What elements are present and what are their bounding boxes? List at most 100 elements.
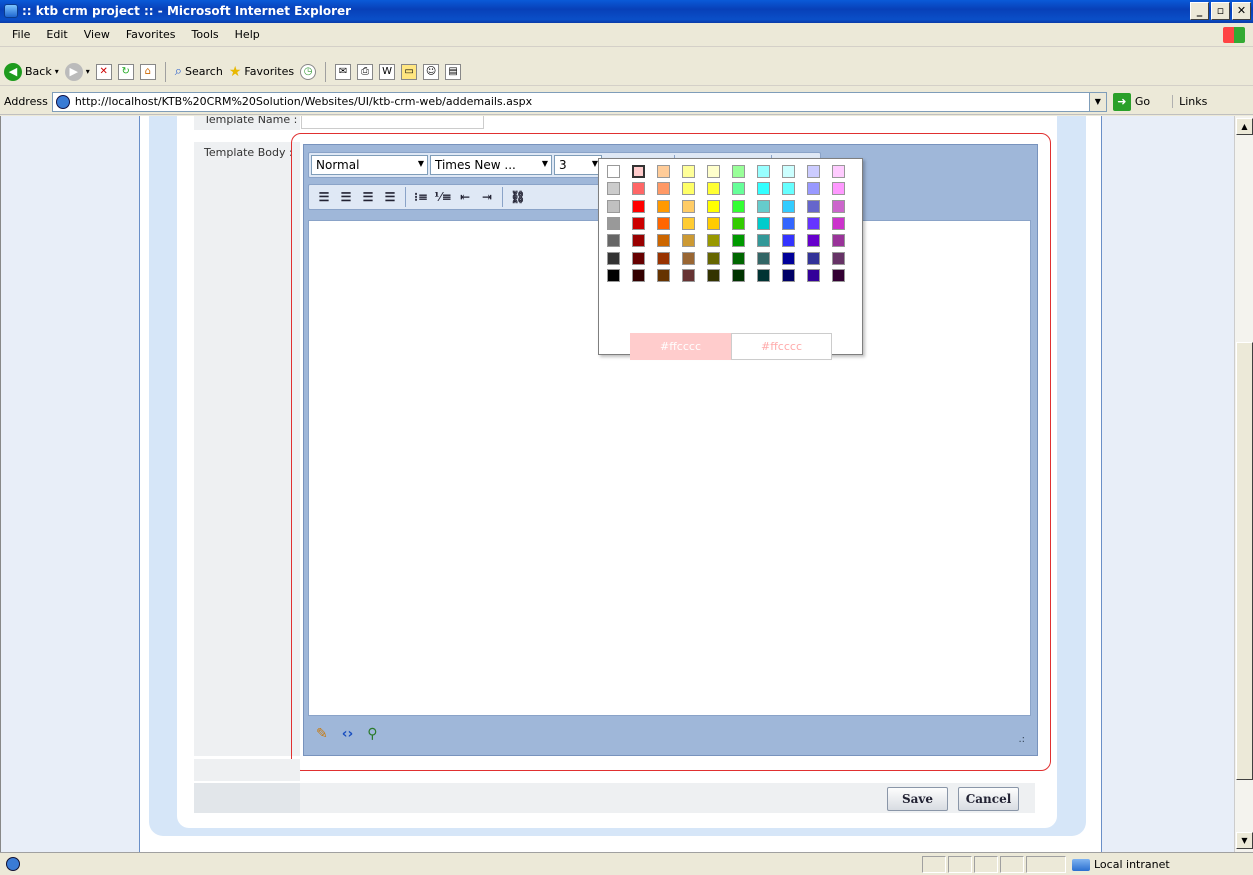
color-swatch[interactable] — [682, 199, 695, 213]
color-swatch[interactable] — [707, 251, 720, 265]
bullet-list-icon[interactable]: ⁝≡ — [410, 187, 432, 207]
color-swatch[interactable] — [807, 165, 820, 178]
menu-help[interactable]: Help — [227, 28, 268, 41]
color-swatch[interactable] — [657, 199, 670, 213]
color-swatch[interactable] — [732, 268, 745, 282]
color-swatch[interactable] — [757, 182, 770, 196]
menu-view[interactable]: View — [76, 28, 118, 41]
color-swatch[interactable] — [682, 251, 695, 265]
color-swatch[interactable] — [782, 199, 795, 213]
menu-file[interactable]: File — [4, 28, 38, 41]
color-swatch[interactable] — [682, 234, 695, 248]
home-icon[interactable]: ⌂ — [139, 63, 156, 80]
maximize-button[interactable]: ▫ — [1211, 2, 1230, 20]
color-swatch[interactable] — [707, 216, 720, 230]
color-swatch[interactable] — [632, 199, 645, 213]
align-center-icon[interactable]: ☰ — [335, 187, 357, 207]
links-button[interactable]: Links — [1172, 95, 1207, 108]
color-swatch[interactable] — [732, 199, 745, 213]
color-swatch[interactable] — [607, 251, 620, 265]
research-icon[interactable]: ▤ — [445, 63, 462, 80]
color-swatch[interactable] — [832, 268, 845, 282]
color-swatch[interactable] — [657, 268, 670, 282]
color-swatch[interactable] — [807, 268, 820, 282]
menu-edit[interactable]: Edit — [38, 28, 75, 41]
indent-icon[interactable]: ⇥ — [476, 187, 498, 207]
scrollbar-thumb[interactable] — [1236, 342, 1253, 780]
color-swatch[interactable] — [632, 165, 645, 178]
color-swatch[interactable] — [657, 165, 670, 178]
color-swatch[interactable] — [757, 268, 770, 282]
color-swatch[interactable] — [707, 268, 720, 282]
font-select[interactable]: Times New ... ▼ — [430, 155, 552, 175]
color-swatch[interactable] — [732, 165, 745, 178]
forward-button[interactable]: ▶ ▾ — [64, 62, 90, 81]
color-swatch[interactable] — [632, 216, 645, 230]
minimize-button[interactable]: _ — [1190, 2, 1209, 20]
color-swatch[interactable] — [632, 234, 645, 248]
vertical-scrollbar[interactable]: ▲ ▼ — [1234, 116, 1253, 852]
numbered-list-icon[interactable]: ⅟≡ — [432, 187, 454, 207]
color-swatch[interactable] — [707, 234, 720, 248]
color-swatch[interactable] — [732, 234, 745, 248]
go-button[interactable]: ➜ Go — [1112, 92, 1150, 111]
color-swatch[interactable] — [782, 165, 795, 178]
preview-magnifier-icon[interactable]: ⚲ — [367, 726, 377, 742]
color-swatch[interactable] — [832, 165, 845, 178]
color-swatch[interactable] — [657, 234, 670, 248]
favorites-button[interactable]: ★ Favorites — [229, 64, 294, 80]
color-swatch[interactable] — [782, 182, 795, 196]
scroll-up-icon[interactable]: ▲ — [1236, 118, 1253, 135]
color-swatch[interactable] — [682, 165, 695, 178]
align-right-icon[interactable]: ☰ — [357, 187, 379, 207]
color-swatch[interactable] — [832, 251, 845, 265]
discuss-icon[interactable]: ▭ — [401, 63, 418, 80]
color-swatch[interactable] — [732, 251, 745, 265]
search-button[interactable]: ⌕ Search — [175, 64, 223, 79]
align-left-icon[interactable]: ☰ — [313, 187, 335, 207]
color-swatch[interactable] — [807, 234, 820, 248]
color-swatch[interactable] — [682, 182, 695, 196]
color-swatch[interactable] — [757, 165, 770, 178]
color-swatch[interactable] — [832, 216, 845, 230]
color-swatch[interactable] — [757, 216, 770, 230]
color-swatch[interactable] — [832, 199, 845, 213]
menu-tools[interactable]: Tools — [184, 28, 227, 41]
color-swatch[interactable] — [707, 165, 720, 178]
color-swatch[interactable] — [607, 216, 620, 230]
html-mode-icon[interactable]: ‹› — [342, 726, 354, 742]
color-swatch[interactable] — [607, 234, 620, 248]
outdent-icon[interactable]: ⇤ — [454, 187, 476, 207]
history-icon[interactable]: ◷ — [300, 63, 317, 80]
color-swatch[interactable] — [782, 268, 795, 282]
color-swatch[interactable] — [782, 234, 795, 248]
color-swatch[interactable] — [757, 251, 770, 265]
link-icon[interactable]: ⛓ — [507, 187, 529, 207]
template-name-input[interactable] — [301, 116, 484, 129]
color-swatch[interactable] — [657, 182, 670, 196]
messenger-icon[interactable]: ☺ — [423, 63, 440, 80]
stop-icon[interactable]: ✕ — [95, 63, 112, 80]
mail-icon[interactable]: ✉ — [335, 63, 352, 80]
size-select[interactable]: 3 ▼ — [554, 155, 602, 175]
color-swatch[interactable] — [832, 182, 845, 196]
menu-favorites[interactable]: Favorites — [118, 28, 184, 41]
color-swatch[interactable] — [807, 199, 820, 213]
justify-icon[interactable]: ☰ — [379, 187, 401, 207]
color-swatch[interactable] — [632, 251, 645, 265]
color-swatch[interactable] — [657, 251, 670, 265]
color-swatch[interactable] — [657, 216, 670, 230]
color-swatch[interactable] — [807, 251, 820, 265]
address-input[interactable]: http://localhost/KTB%20CRM%20Solution/We… — [51, 91, 1107, 112]
color-swatch[interactable] — [757, 199, 770, 213]
color-swatch[interactable] — [807, 182, 820, 196]
color-swatch[interactable] — [707, 199, 720, 213]
resize-grip-icon[interactable]: .: — [1018, 734, 1025, 745]
scroll-down-icon[interactable]: ▼ — [1236, 832, 1253, 849]
close-button[interactable]: ✕ — [1232, 2, 1251, 20]
color-swatch[interactable] — [632, 182, 645, 196]
color-swatch[interactable] — [607, 199, 620, 213]
cancel-button[interactable]: Cancel — [958, 787, 1019, 811]
edit-icon[interactable]: W — [379, 63, 396, 80]
color-swatch[interactable] — [707, 182, 720, 196]
